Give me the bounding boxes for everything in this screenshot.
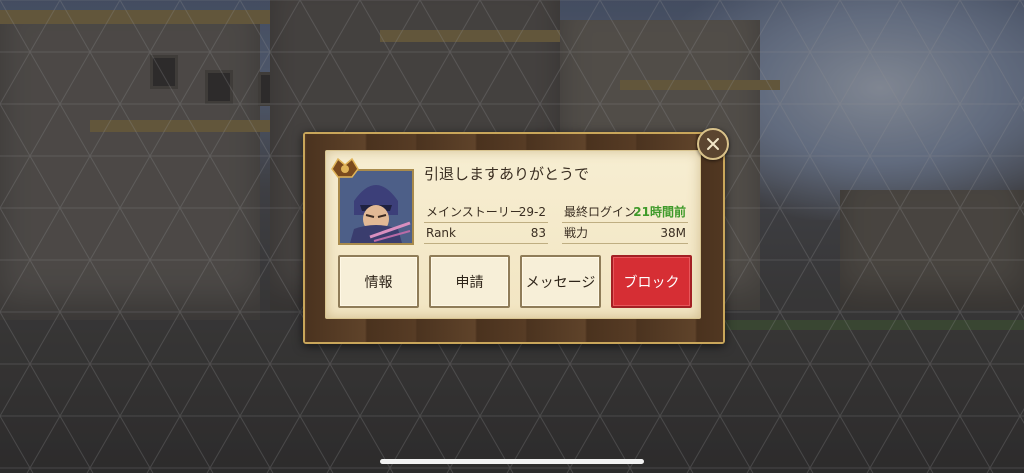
rank-value: 83 [530, 226, 546, 240]
main-story-stat: メインストーリー 29-2 [424, 203, 548, 223]
player-profile-dialog: 引退しますありがとうで メインストーリー 29-2 最終ログイン 21時間前 R… [303, 132, 725, 344]
power-label: 戦力 [564, 226, 589, 240]
rank-stat: Rank 83 [424, 224, 548, 244]
power-value: 38M [660, 226, 686, 240]
close-icon [707, 138, 719, 150]
player-stats: メインストーリー 29-2 最終ログイン 21時間前 Rank 83 戦力 38… [424, 203, 692, 245]
power-stat: 戦力 38M [562, 224, 688, 244]
close-button[interactable] [697, 128, 729, 160]
main-story-value: 29-2 [518, 205, 546, 219]
last-login-label: 最終ログイン [564, 205, 637, 219]
last-login-stat: 最終ログイン 21時間前 [562, 203, 688, 223]
last-login-value: 21時間前 [633, 205, 686, 219]
block-button[interactable]: ブロック [611, 255, 692, 308]
message-button[interactable]: メッセージ [520, 255, 601, 308]
main-story-label: メインストーリー [426, 205, 522, 219]
stats-row: Rank 83 戦力 38M [424, 224, 692, 244]
rank-label: Rank [426, 226, 456, 240]
rank-badge-icon [331, 157, 359, 178]
parchment-panel: 引退しますありがとうで メインストーリー 29-2 最終ログイン 21時間前 R… [325, 150, 701, 319]
info-button[interactable]: 情報 [338, 255, 419, 308]
stats-row: メインストーリー 29-2 最終ログイン 21時間前 [424, 203, 692, 223]
player-avatar-art [340, 171, 412, 243]
home-indicator[interactable] [380, 459, 644, 464]
player-name: 引退しますありがとうで [424, 165, 590, 183]
request-button[interactable]: 申請 [429, 255, 510, 308]
